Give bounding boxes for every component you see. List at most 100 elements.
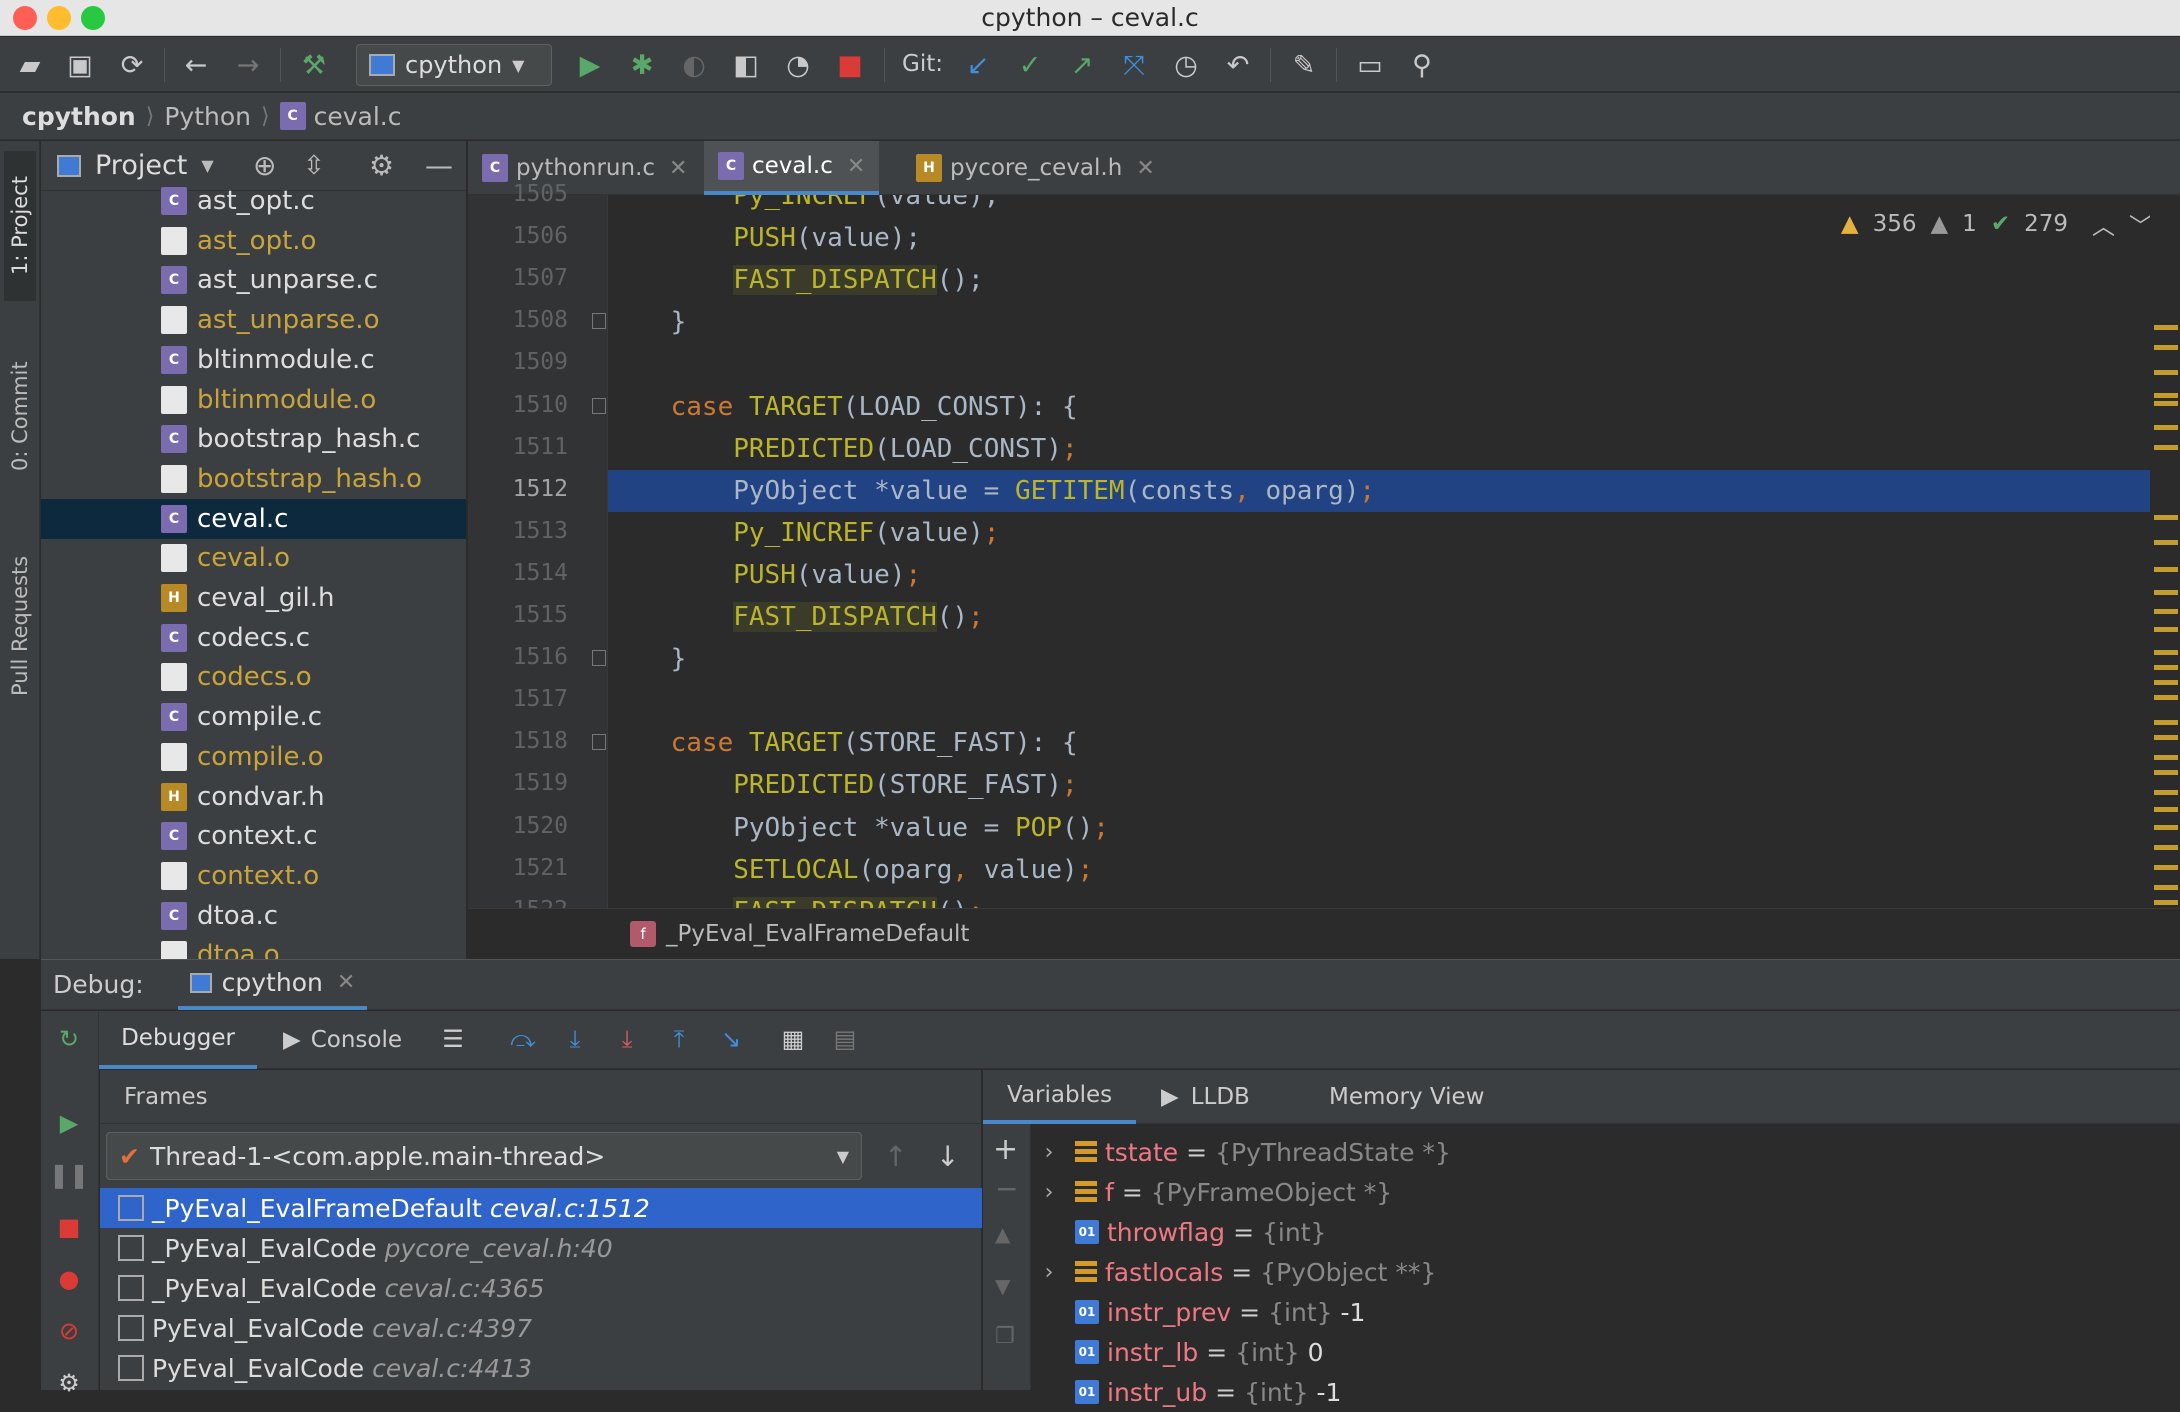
- code-line[interactable]: FAST_DISPATCH();: [608, 259, 2180, 301]
- list-item[interactable]: Hcondvar.h: [41, 777, 466, 817]
- warning-marker[interactable]: [2154, 665, 2178, 670]
- warning-marker[interactable]: [2154, 425, 2178, 430]
- list-item[interactable]: 01 instr_ub = {int} -1: [1031, 1372, 2180, 1412]
- build-hammer-icon[interactable]: ⚒: [294, 45, 334, 85]
- settings-wrench-icon[interactable]: ✎: [1284, 45, 1324, 85]
- back-icon[interactable]: ←: [176, 45, 216, 85]
- list-item[interactable]: Ccompile.c: [41, 697, 466, 737]
- fold-marker-icon[interactable]: [592, 397, 606, 414]
- remove-watch-icon[interactable]: −: [995, 1172, 1018, 1205]
- open-folder-icon[interactable]: ▰: [10, 45, 50, 85]
- step-over-icon[interactable]: ⤼: [505, 1021, 541, 1057]
- tab-ceval-c[interactable]: Cceval.c ✕: [704, 141, 880, 195]
- evaluate-expression-icon[interactable]: ▦: [775, 1021, 811, 1057]
- list-item[interactable]: Ccodecs.c: [41, 618, 466, 658]
- run-icon[interactable]: ▶: [570, 45, 610, 85]
- rerun-icon[interactable]: ↻: [51, 1021, 87, 1057]
- duplicate-icon[interactable]: ❐: [995, 1324, 1015, 1349]
- list-item[interactable]: › f = {PyFrameObject *}: [1031, 1172, 2180, 1212]
- list-item[interactable]: Cdtoa.c: [41, 896, 466, 936]
- trace-icon[interactable]: ▤: [827, 1021, 863, 1057]
- list-item[interactable]: ast_unparse.o: [41, 300, 466, 340]
- warning-marker[interactable]: [2154, 401, 2178, 406]
- code-line[interactable]: Py_INCREF(value);: [608, 512, 2180, 554]
- view-breakpoints-icon[interactable]: ●: [51, 1261, 87, 1297]
- chevron-right-icon[interactable]: ›: [1031, 1260, 1067, 1285]
- list-item[interactable]: Hceval_gil.h: [41, 578, 466, 618]
- warning-marker[interactable]: [2154, 567, 2178, 572]
- next-frame-icon[interactable]: ↓: [936, 1140, 959, 1173]
- tab-commit[interactable]: 0: Commit: [4, 341, 36, 491]
- close-icon[interactable]: ✕: [669, 156, 687, 181]
- presentation-icon[interactable]: ▭: [1350, 45, 1390, 85]
- warning-marker[interactable]: [2154, 445, 2178, 450]
- breadcrumb-project[interactable]: cpython: [22, 102, 136, 131]
- project-panel-title[interactable]: Project: [95, 150, 187, 181]
- git-rollback-icon[interactable]: ↶: [1218, 45, 1258, 85]
- inspection-widget[interactable]: ▲ 356 ▲ 1 ✔ 279 ︿ ﹀: [1841, 207, 2152, 241]
- list-item[interactable]: compile.o: [41, 737, 466, 777]
- list-item[interactable]: bltinmodule.o: [41, 380, 466, 420]
- list-item[interactable]: ceval.o: [41, 538, 466, 578]
- tab-pycore-ceval-h[interactable]: Hpycore_ceval.h ✕: [902, 141, 1169, 195]
- warning-marker[interactable]: [2154, 680, 2178, 685]
- warning-marker[interactable]: [2154, 325, 2178, 330]
- sync-icon[interactable]: ⟳: [112, 45, 152, 85]
- code-line[interactable]: PyObject *value = POP();: [608, 807, 2180, 849]
- warning-marker[interactable]: [2154, 825, 2178, 830]
- list-item[interactable]: dtoa.o: [41, 935, 466, 959]
- chevron-down-icon[interactable]: ▼: [201, 156, 213, 175]
- warning-marker[interactable]: [2154, 609, 2178, 614]
- warning-marker[interactable]: [2154, 900, 2178, 905]
- table-row[interactable]: _PyEval_EvalCode ceval.c:4365: [100, 1268, 982, 1308]
- table-row[interactable]: PyEval_EvalCode ceval.c:4397: [100, 1308, 982, 1348]
- code-line[interactable]: case TARGET(LOAD_CONST): {: [608, 386, 2180, 428]
- stop-icon[interactable]: ■: [51, 1209, 87, 1245]
- warning-marker[interactable]: [2154, 590, 2178, 595]
- close-icon[interactable]: ✕: [847, 154, 865, 179]
- warning-marker[interactable]: [2154, 345, 2178, 350]
- gear-icon[interactable]: ⚙: [51, 1365, 87, 1401]
- thread-select[interactable]: ✔ Thread-1-<com.apple.main-thread> ▼: [106, 1132, 862, 1180]
- list-item[interactable]: Cast_unparse.c: [41, 260, 466, 300]
- code-line[interactable]: FAST_DISPATCH();: [608, 596, 2180, 638]
- breadcrumb-folder[interactable]: Python: [164, 102, 251, 131]
- list-item[interactable]: Cceval.c: [41, 498, 466, 539]
- force-step-into-icon[interactable]: ⤓: [609, 1021, 645, 1057]
- list-item[interactable]: 01 instr_prev = {int} -1: [1031, 1292, 2180, 1332]
- code-line[interactable]: }: [608, 301, 2180, 343]
- tab-console[interactable]: ▶ Console: [283, 1011, 402, 1069]
- chevron-right-icon[interactable]: ›: [1031, 1140, 1067, 1165]
- add-watch-icon[interactable]: +: [993, 1132, 1018, 1167]
- list-item[interactable]: 01 instr_lb = {int} 0: [1031, 1332, 2180, 1372]
- git-update-icon[interactable]: ↙: [958, 45, 998, 85]
- breadcrumb-file[interactable]: ceval.c: [314, 102, 402, 131]
- list-item[interactable]: codecs.o: [41, 657, 466, 697]
- previous-frame-icon[interactable]: ↑: [884, 1140, 907, 1173]
- run-to-cursor-icon[interactable]: ↘: [713, 1021, 749, 1057]
- warning-marker[interactable]: [2154, 770, 2178, 775]
- layout-menu-icon[interactable]: ☰: [435, 1021, 471, 1057]
- warning-marker[interactable]: [2154, 370, 2178, 375]
- warning-marker[interactable]: [2154, 650, 2178, 655]
- code-line[interactable]: FAST_DISPATCH();: [608, 891, 2180, 908]
- code-line[interactable]: [608, 680, 2180, 722]
- search-icon[interactable]: ⚲: [1402, 45, 1442, 85]
- warning-marker[interactable]: [2154, 807, 2178, 812]
- code-line[interactable]: case TARGET(STORE_FAST): {: [608, 722, 2180, 764]
- run-configuration-select[interactable]: cpython ▼: [356, 44, 552, 86]
- git-history-icon[interactable]: ◷: [1166, 45, 1206, 85]
- warning-marker[interactable]: [2154, 540, 2178, 545]
- list-item[interactable]: context.o: [41, 856, 466, 896]
- warning-marker[interactable]: [2154, 790, 2178, 795]
- list-item[interactable]: › tstate = {PyThreadState *}: [1031, 1132, 2180, 1172]
- stop-icon[interactable]: ■: [830, 45, 870, 85]
- mute-breakpoints-icon[interactable]: ⊘: [51, 1313, 87, 1349]
- fold-marker-icon[interactable]: [592, 650, 606, 667]
- save-icon[interactable]: ▣: [60, 45, 100, 85]
- table-row[interactable]: PyEval_EvalCode ceval.c:4413: [100, 1348, 982, 1388]
- tab-lldb[interactable]: ▶ LLDB: [1137, 1070, 1274, 1124]
- collapse-all-icon[interactable]: ⇳: [303, 151, 325, 181]
- close-icon[interactable]: ✕: [1136, 156, 1154, 181]
- warning-marker[interactable]: [2154, 735, 2178, 740]
